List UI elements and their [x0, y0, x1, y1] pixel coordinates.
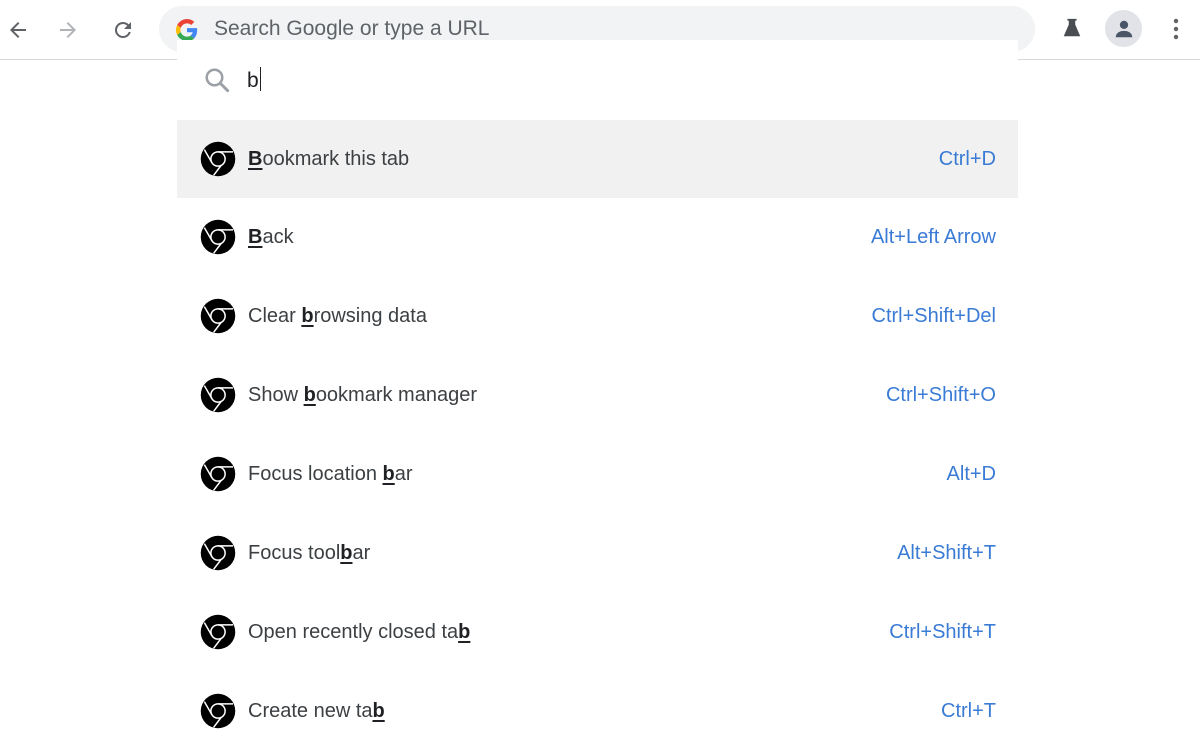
- keyboard-shortcut: Alt+Shift+T: [897, 541, 996, 564]
- suggestion-label: Focus toolbar: [248, 542, 370, 565]
- label-suffix: ookmark this tab: [262, 147, 410, 170]
- chrome-icon: [200, 693, 236, 729]
- forward-button[interactable]: [50, 12, 86, 48]
- label-prefix: Focus location: [248, 462, 383, 485]
- chrome-icon: [200, 456, 236, 492]
- suggestion-item[interactable]: Create new tab Ctrl+T: [177, 672, 1018, 749]
- search-icon: [205, 68, 230, 93]
- label-match-highlight: B: [248, 147, 263, 170]
- profile-avatar-button[interactable]: [1105, 10, 1142, 47]
- keyboard-shortcut: Alt+Left Arrow: [870, 225, 996, 248]
- label-prefix: Show: [248, 383, 304, 406]
- suggestion-item[interactable]: Clear browsing data Ctrl+Shift+Del: [177, 277, 1018, 355]
- keyboard-shortcut: Alt+D: [946, 462, 996, 485]
- back-button[interactable]: [0, 12, 36, 48]
- label-prefix: Create new ta: [248, 699, 373, 722]
- google-g-icon: [176, 19, 198, 41]
- suggestion-item[interactable]: Open recently closed tab Ctrl+Shift+T: [177, 593, 1018, 671]
- arrow-right-icon: [60, 22, 76, 38]
- omnibox-input-row[interactable]: b: [177, 40, 1018, 120]
- label-prefix: Open recently closed ta: [248, 620, 459, 643]
- label-match-highlight: b: [382, 462, 395, 485]
- suggestion-label: Bookmark this tab: [248, 148, 409, 171]
- chrome-icon: [200, 141, 236, 177]
- label-match-highlight: B: [248, 225, 263, 248]
- arrow-left-icon: [10, 22, 26, 38]
- label-suffix: ookmark manager: [315, 383, 477, 406]
- more-menu-button[interactable]: [1166, 14, 1186, 44]
- chrome-icon: [200, 298, 236, 334]
- chrome-icon: [200, 219, 236, 255]
- reload-icon: [114, 21, 131, 38]
- suggestion-label: Show bookmark manager: [248, 384, 477, 407]
- label-suffix: ar: [394, 462, 413, 485]
- omnibox-dropdown: b Bookmark this tab Ctrl+D Back Alt+Left Ar…: [177, 40, 1018, 749]
- omnibox-placeholder: Search Google or type a URL: [214, 17, 490, 40]
- label-match-highlight: b: [340, 541, 353, 564]
- keyboard-shortcut: Ctrl+D: [938, 147, 996, 170]
- label-suffix: rowsing data: [313, 304, 427, 327]
- query-text: b: [247, 69, 259, 92]
- label-suffix: ar: [352, 541, 371, 564]
- chrome-icon: [200, 377, 236, 413]
- more-vert-icon: [1173, 18, 1179, 40]
- suggestion-item[interactable]: Focus location bar Alt+D: [177, 435, 1018, 513]
- keyboard-shortcut: Ctrl+Shift+O: [885, 383, 996, 406]
- person-icon: [1115, 20, 1132, 37]
- suggestion-label: Create new tab: [248, 700, 385, 723]
- text-caret: [259, 67, 262, 91]
- label-match-highlight: b: [301, 304, 314, 327]
- suggestion-item[interactable]: Show bookmark manager Ctrl+Shift+O: [177, 356, 1018, 434]
- label-match-highlight: b: [372, 699, 385, 722]
- suggestion-label: Clear browsing data: [248, 305, 427, 328]
- label-prefix: Focus tool: [248, 541, 341, 564]
- keyboard-shortcut: Ctrl+Shift+T: [889, 620, 996, 643]
- suggestion-label: Back: [248, 226, 294, 249]
- label-match-highlight: b: [458, 620, 471, 643]
- suggestion-label: Focus location bar: [248, 463, 413, 486]
- label-suffix: ack: [262, 225, 294, 248]
- suggestion-item[interactable]: Focus toolbar Alt+Shift+T: [177, 514, 1018, 592]
- reload-button[interactable]: [105, 12, 141, 48]
- keyboard-shortcut: Ctrl+T: [941, 699, 996, 722]
- chrome-icon: [200, 614, 236, 650]
- suggestion-item[interactable]: Bookmark this tab Ctrl+D: [177, 120, 1018, 198]
- chrome-labs-button[interactable]: [1058, 14, 1086, 42]
- keyboard-shortcut: Ctrl+Shift+Del: [871, 304, 997, 327]
- label-prefix: Clear: [248, 304, 302, 327]
- chrome-icon: [200, 535, 236, 571]
- suggestion-item[interactable]: Back Alt+Left Arrow: [177, 198, 1018, 276]
- label-match-highlight: b: [303, 383, 316, 406]
- suggestion-label: Open recently closed tab: [248, 621, 470, 644]
- omnibox-input[interactable]: b: [247, 67, 262, 93]
- flask-icon: [1063, 18, 1081, 37]
